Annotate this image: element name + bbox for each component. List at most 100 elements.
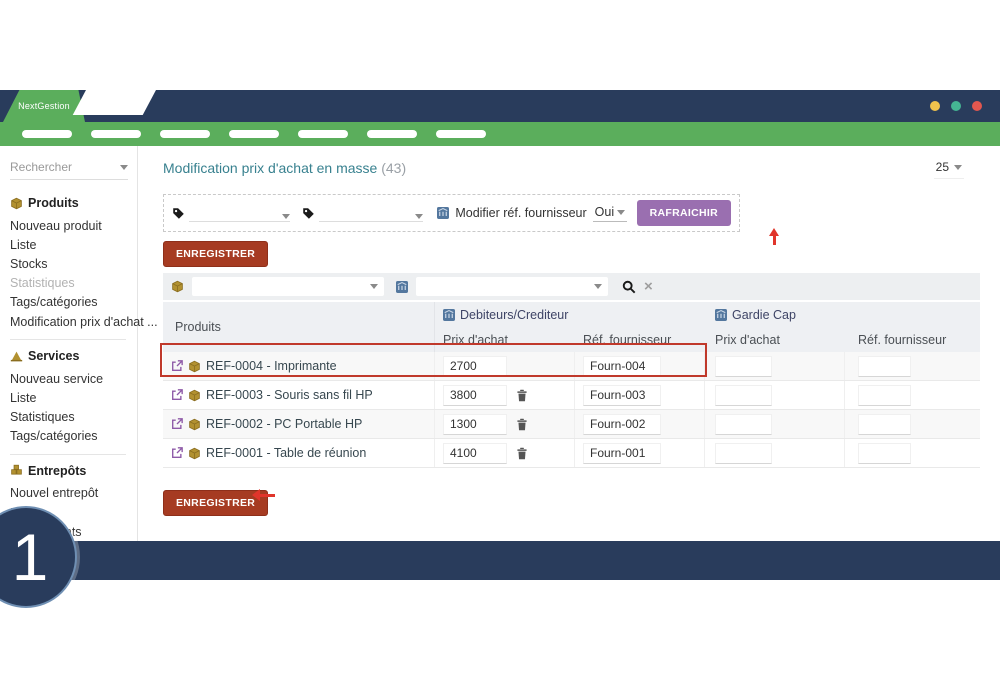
price-input-gardie[interactable] xyxy=(715,356,772,377)
price-input[interactable] xyxy=(443,414,507,435)
annotation-arrow-left xyxy=(252,489,276,501)
group-header-debiteurs: Debiteurs/Crediteur xyxy=(435,308,705,322)
package-icon xyxy=(188,389,201,402)
modify-ref-value: Oui xyxy=(595,205,614,219)
bank-icon xyxy=(437,207,449,219)
yellow-dot-icon xyxy=(930,101,940,111)
chevron-down-icon xyxy=(954,165,962,170)
product-link[interactable]: REF-0001 - Table de réunion xyxy=(206,446,366,460)
sidebar-item-statistiques-services[interactable]: Statistiques xyxy=(10,408,137,427)
sidebar-item-tags-services[interactable]: Tags/catégories xyxy=(10,427,137,446)
section-entrepots: Entrepôts xyxy=(10,464,137,478)
sidebar-item-nouveau-service[interactable]: Nouveau service xyxy=(10,369,137,388)
page-title: Modification prix d'achat en masse (43) xyxy=(163,160,406,176)
top-app-bar: NextGestion xyxy=(0,90,1000,122)
package-icon xyxy=(10,197,23,210)
sidebar-item-tags-produits[interactable]: Tags/catégories xyxy=(10,293,137,312)
nav-pill-placeholder xyxy=(91,130,141,138)
nav-pill-placeholder xyxy=(229,130,279,138)
ref-input[interactable] xyxy=(583,443,661,464)
price-input-gardie[interactable] xyxy=(715,385,772,406)
external-link-icon[interactable] xyxy=(171,360,183,372)
table-header: Produits Debiteurs/Crediteur Gardie Cap xyxy=(163,302,980,352)
table-row: REF-0004 - Imprimante xyxy=(163,352,980,381)
nav-pill-placeholder xyxy=(367,130,417,138)
product-link[interactable]: REF-0003 - Souris sans fil HP xyxy=(206,388,373,402)
section-produits: Produits xyxy=(10,196,137,210)
ref-input[interactable] xyxy=(583,385,661,406)
green-dot-icon xyxy=(951,101,961,111)
sidebar-item-nouvel-entrepot[interactable]: Nouvel entrepôt xyxy=(10,484,137,503)
package-icon xyxy=(188,360,201,373)
brand-tab[interactable]: NextGestion xyxy=(3,90,85,122)
external-link-icon[interactable] xyxy=(171,447,183,459)
ref-input-gardie[interactable] xyxy=(858,356,911,377)
chevron-down-icon xyxy=(594,284,602,289)
nav-pill-placeholder xyxy=(298,130,348,138)
annotation-arrow-up xyxy=(768,228,780,245)
column-header-ref-fournisseur-2: Réf. fournisseur xyxy=(845,333,980,347)
brand-slab-decoration xyxy=(73,90,156,115)
sidebar-item-liste-services[interactable]: Liste xyxy=(10,388,137,407)
trash-icon[interactable] xyxy=(516,389,528,402)
section-services: Services xyxy=(10,349,137,363)
search-placeholder: Rechercher xyxy=(10,160,72,174)
price-input-gardie[interactable] xyxy=(715,443,772,464)
step-number: 1 xyxy=(12,519,49,595)
chevron-down-icon xyxy=(282,214,290,219)
ref-input[interactable] xyxy=(583,356,661,377)
column-header-prix-achat-2: Prix d'achat xyxy=(705,333,845,347)
page-size-value: 25 xyxy=(936,160,949,174)
filter-panel: Modifier réf. fournisseur Oui RAFRAICHIR xyxy=(163,194,740,232)
sidebar-item-liste-produits[interactable]: Liste xyxy=(10,235,137,254)
nav-pill-placeholder xyxy=(160,130,210,138)
warehouse-icon xyxy=(10,464,23,477)
external-link-icon[interactable] xyxy=(171,389,183,401)
trash-icon[interactable] xyxy=(516,418,528,431)
window-dots xyxy=(930,101,982,111)
main-area: Modification prix d'achat en masse (43) … xyxy=(163,146,980,516)
nav-pill-placeholder xyxy=(436,130,486,138)
column-header-prix-achat-1: Prix d'achat xyxy=(435,333,575,347)
result-count: (43) xyxy=(381,160,406,176)
tag-filter-select-2[interactable] xyxy=(319,204,423,222)
ref-input[interactable] xyxy=(583,414,661,435)
section-label: Entrepôts xyxy=(28,464,86,478)
divider xyxy=(10,454,126,455)
product-link[interactable]: REF-0004 - Imprimante xyxy=(206,359,337,373)
tag-filter-select-1[interactable] xyxy=(189,204,290,222)
tag-icon xyxy=(302,207,315,220)
price-input[interactable] xyxy=(443,443,507,464)
table-row: REF-0002 - PC Portable HP xyxy=(163,410,980,439)
package-icon xyxy=(171,280,184,293)
bank-icon xyxy=(443,309,455,321)
ref-input-gardie[interactable] xyxy=(858,443,911,464)
product-filter-select[interactable] xyxy=(192,277,384,296)
supplier-filter-select[interactable] xyxy=(416,277,608,296)
divider xyxy=(10,339,126,340)
price-input[interactable] xyxy=(443,385,507,406)
ref-input-gardie[interactable] xyxy=(858,414,911,435)
clear-search-icon[interactable]: × xyxy=(644,279,653,294)
main-menu-bar xyxy=(0,122,1000,146)
product-link[interactable]: REF-0002 - PC Portable HP xyxy=(206,417,362,431)
save-button-top[interactable]: ENREGISTRER xyxy=(163,241,268,267)
bank-icon xyxy=(396,281,408,293)
external-link-icon[interactable] xyxy=(171,418,183,430)
search-icon[interactable] xyxy=(622,280,636,294)
sidebar-item-stocks[interactable]: Stocks xyxy=(10,254,137,273)
refresh-button[interactable]: RAFRAICHIR xyxy=(637,200,731,226)
price-input-gardie[interactable] xyxy=(715,414,772,435)
page-size-select[interactable]: 25 xyxy=(934,160,964,179)
sidebar-item-nouveau-produit[interactable]: Nouveau produit xyxy=(10,216,137,235)
trash-icon[interactable] xyxy=(516,447,528,460)
modify-ref-select[interactable]: Oui xyxy=(593,204,627,222)
sidebar-item-modification-prix-achat[interactable]: Modification prix d'achat ... xyxy=(10,312,137,331)
cone-icon xyxy=(10,350,23,363)
chevron-down-icon xyxy=(415,214,423,219)
ref-input-gardie[interactable] xyxy=(858,385,911,406)
package-icon xyxy=(188,447,201,460)
chevron-down-icon xyxy=(120,165,128,170)
price-input[interactable] xyxy=(443,356,507,377)
sidebar-search-select[interactable]: Rechercher xyxy=(10,160,128,180)
